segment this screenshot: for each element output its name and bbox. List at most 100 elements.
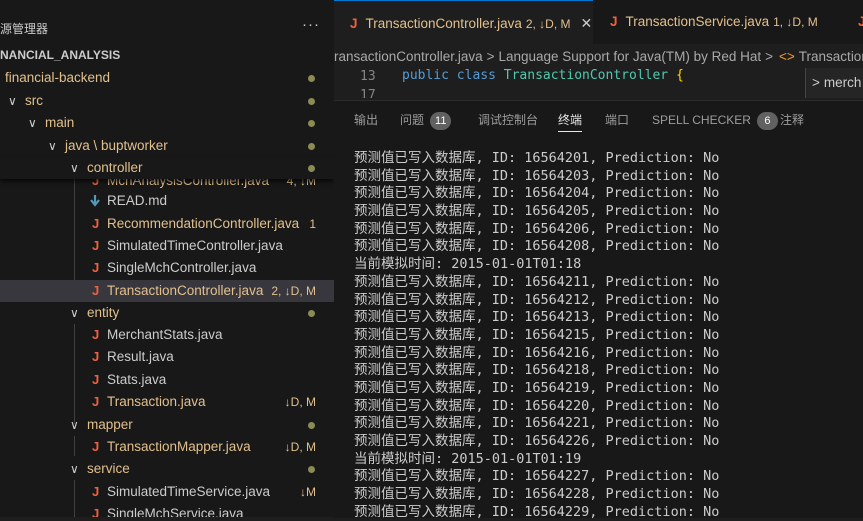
tree-item-label: Stats.java <box>107 372 167 387</box>
terminal-line: 预测值已写入数据库, ID: 16564204, Prediction: No <box>354 185 720 202</box>
java-file-icon: J <box>610 14 618 29</box>
problems-count-badge: 11 <box>430 112 452 130</box>
more-actions-icon[interactable]: ··· <box>302 16 320 33</box>
tree-folder-financial-backend[interactable]: financial-backend <box>0 67 334 89</box>
tree-folder-mapper[interactable]: ∨ mapper <box>0 414 334 436</box>
tree-item-label: Result.java <box>107 349 174 364</box>
tree-folder-service[interactable]: ∨ service <box>0 458 334 480</box>
tree-file-readme[interactable]: READ.md <box>0 190 334 212</box>
breadcrumb-symbol[interactable]: TransactionCo <box>799 49 863 64</box>
terminal-line: 预测值已写入数据库, ID: 16564212, Prediction: No <box>354 291 720 308</box>
tree-folder-src[interactable]: ∨ src <box>0 90 334 112</box>
tab-problems[interactable]: 问题 11 <box>400 109 452 131</box>
tree-item-label: controller <box>87 160 143 175</box>
tab-output[interactable]: 输出 <box>354 109 378 131</box>
project-section-header[interactable]: NANCIAL_ANALYSIS <box>0 48 120 62</box>
chevron-down-icon: ∨ <box>28 116 37 130</box>
tab-ports[interactable]: 端口 <box>605 109 629 131</box>
tab-overflow[interactable]: J <box>852 0 863 44</box>
outline-peek-widget[interactable]: > merch <box>805 68 863 98</box>
modified-dot <box>308 310 315 317</box>
tree-file-recommendationcontroller[interactable]: J RecommendationController.java 1 <box>0 213 334 235</box>
terminal-output[interactable]: 预测值已写入数据库, ID: 16564201, Prediction: No 预… <box>354 150 863 521</box>
tree-folder-entity[interactable]: ∨ entity <box>0 302 334 324</box>
tab-terminal[interactable]: 终端 <box>558 109 583 132</box>
tree-item-label: mapper <box>87 417 133 432</box>
tree-item-label: RecommendationController.java <box>107 216 300 231</box>
explorer-title: 源管理器 <box>0 22 49 36</box>
tree-folder-controller[interactable]: ∨ controller <box>0 157 334 179</box>
tree-file-result[interactable]: J Result.java <box>0 346 334 368</box>
class-name: TransactionController <box>503 68 669 83</box>
java-file-icon: J <box>92 394 100 409</box>
java-file-icon: J <box>92 283 100 298</box>
brace: { <box>675 68 684 83</box>
tab-label: TransactionService.java <box>625 14 770 29</box>
java-file-icon: J <box>858 14 863 29</box>
modified-dot <box>308 165 315 172</box>
terminal-line: 当前模拟时间: 2015-01-01T01:19 <box>354 450 582 467</box>
tree-item-label: Transaction.java <box>107 394 206 409</box>
line-number: 17 <box>360 88 376 98</box>
tree-folder-main[interactable]: ∨ main <box>0 112 334 134</box>
tree-file-simulatedtimecontroller[interactable]: J SimulatedTimeController.java <box>0 235 334 257</box>
tab-comments[interactable]: 注释 <box>780 109 804 131</box>
tree-folder-java-buptworker[interactable]: ∨ java \ buptworker <box>0 135 334 157</box>
tab-debug-console[interactable]: 调试控制台 <box>478 109 538 131</box>
terminal-line: 预测值已写入数据库, ID: 16564228, Prediction: No <box>354 486 720 503</box>
modified-dot <box>308 120 315 127</box>
terminal-line: 预测值已写入数据库, ID: 16564213, Prediction: No <box>354 309 720 326</box>
tree-item-label: entity <box>87 305 120 320</box>
tree-file-transaction[interactable]: J Transaction.java ↓D, M <box>0 391 334 413</box>
git-status-badge: ↓D, M <box>284 440 316 454</box>
class-symbol-icon: <> <box>779 49 795 64</box>
tree-file-singlemchcontroller[interactable]: J SingleMchController.java <box>0 257 334 279</box>
tree-file-simulatedtimeservice[interactable]: J SimulatedTimeService.java ↓M <box>0 481 334 503</box>
breadcrumb-language-support[interactable]: Language Support for Java(TM) by Red Hat <box>498 49 761 64</box>
tree-item-label: SingleMchController.java <box>107 260 257 275</box>
java-file-icon: J <box>350 16 358 31</box>
tab-spell-checker[interactable]: SPELL CHECKER 6 <box>652 109 778 131</box>
tab-transactioncontroller[interactable]: J TransactionController.java 2, ↓D, M ✕ <box>334 0 593 44</box>
java-file-icon: J <box>92 484 100 499</box>
terminal-line: 预测值已写入数据库, ID: 16564215, Prediction: No <box>354 326 720 343</box>
spell-count-badge: 6 <box>756 112 778 130</box>
tree-item-label: financial-backend <box>5 70 111 85</box>
tree-file-stats[interactable]: J Stats.java <box>0 369 334 391</box>
git-status-badge: ↓D, M <box>284 395 316 409</box>
keyword: class <box>456 68 496 83</box>
java-file-icon: J <box>92 439 100 454</box>
tree-item-label: READ.md <box>107 193 168 208</box>
terminal-line: 预测值已写入数据库, ID: 16564229, Prediction: No <box>354 503 720 520</box>
tree-file-transactioncontroller[interactable]: J TransactionController.java 2, ↓D, M <box>0 280 334 302</box>
git-status-badge: ↓M <box>300 485 316 499</box>
tree-item-label: service <box>87 461 130 476</box>
terminal-line: 预测值已写入数据库, ID: 16564205, Prediction: No <box>354 203 720 220</box>
breadcrumb-file[interactable]: ransactionController.java <box>334 49 483 64</box>
tab-status: 2, ↓D, M <box>525 17 571 31</box>
explorer-sidebar: 源管理器 ··· NANCIAL_ANALYSIS financial-back… <box>0 0 334 517</box>
terminal-line: 预测值已写入数据库, ID: 16564216, Prediction: No <box>354 344 720 361</box>
modified-dot <box>308 75 315 82</box>
bottom-panel: 输出 问题 11 调试控制台 终端 端口 SPELL CHECKER 6 注释 预测… <box>334 100 863 521</box>
code-editor[interactable]: 13 17 public class TransactionController… <box>334 68 863 98</box>
tree-item-label: java \ buptworker <box>65 138 168 153</box>
tab-label: TransactionController.java <box>365 16 522 31</box>
terminal-line: 预测值已写入数据库, ID: 16564203, Prediction: No <box>354 167 720 184</box>
tree-file-merchantstats[interactable]: J MerchantStats.java <box>0 324 334 346</box>
code-line: public class TransactionController { <box>402 68 684 83</box>
tree-file-transactionmapper[interactable]: J TransactionMapper.java ↓D, M <box>0 436 334 458</box>
chevron-right-icon: > <box>765 49 774 64</box>
close-icon[interactable]: ✕ <box>581 15 593 31</box>
modified-dot <box>308 98 315 105</box>
tab-transactionservice[interactable]: J TransactionService.java 1, ↓D, M <box>594 0 852 44</box>
chevron-right-icon: > <box>812 75 820 90</box>
tree-item-label: TransactionMapper.java <box>107 439 251 454</box>
terminal-line: 预测值已写入数据库, ID: 16564220, Prediction: No <box>354 397 720 414</box>
modified-dot <box>308 466 315 473</box>
problem-count-badge: 1 <box>309 217 316 231</box>
tree-item-label: SimulatedTimeService.java <box>107 484 271 499</box>
line-number: 13 <box>360 69 376 84</box>
tree-file-singlemchservice[interactable]: J SingleMchService.java <box>0 503 334 517</box>
tree-item-label: TransactionController.java <box>107 283 264 298</box>
